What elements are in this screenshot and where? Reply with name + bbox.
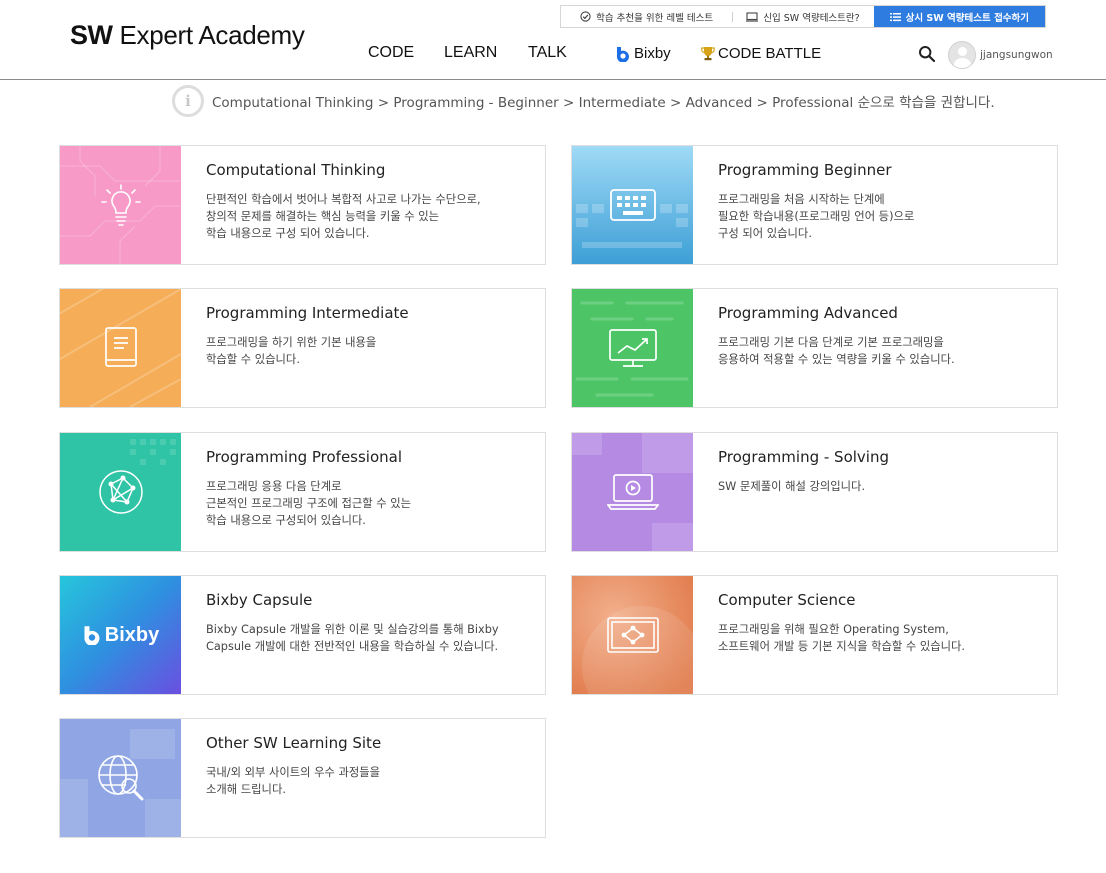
sw-test-apply-label: 상시 SW 역량테스트 접수하기 (905, 12, 1030, 24)
sw-test-apply-button[interactable]: 상시 SW 역량테스트 접수하기 (873, 6, 1045, 27)
bixby-icon (616, 46, 629, 62)
card-title: Bixby Capsule (206, 591, 313, 609)
monitor-icon (746, 11, 759, 22)
card-thumbnail (572, 576, 693, 694)
nav-talk[interactable]: TALK (528, 44, 567, 62)
card-description: 프로그래밍 응용 다음 단계로 근본적인 프로그래밍 구조에 접근할 수 있는 … (206, 480, 412, 527)
nav-learn[interactable]: LEARN (444, 44, 497, 62)
course-card-bixby-capsule[interactable]: Bixby Bixby Capsule Bixby Capsule 개발을 위한… (59, 575, 546, 695)
bixby-logo-text: Bixby (104, 623, 160, 646)
info-icon: i (172, 85, 204, 117)
lightbulb-icon (100, 184, 141, 226)
course-card-programming-solving[interactable]: Programming - Solving SW 문제풀이 해설 강의입니다. (571, 432, 1058, 552)
bixby-icon (84, 626, 100, 645)
header-divider (0, 79, 1106, 80)
nav-code-battle[interactable]: CODE BATTLE (701, 45, 821, 62)
diagram-board-icon (606, 617, 659, 653)
card-description: 프로그래밍 기본 다음 단계로 기본 프로그래밍을 응용하여 적용할 수 있는 … (718, 336, 955, 366)
card-title: Computer Science (718, 591, 856, 609)
card-title: Computational Thinking (206, 161, 386, 179)
trophy-icon (701, 47, 715, 61)
book-icon (104, 327, 137, 367)
card-thumbnail (60, 433, 181, 551)
level-test-link[interactable]: 학습 추천을 위한 레벨 테스트 (561, 6, 732, 27)
course-card-computer-science[interactable]: Computer Science 프로그래밍을 위해 필요한 Operating… (571, 575, 1058, 695)
course-card-programming-beginner[interactable]: Programming Beginner 프로그래밍을 처음 시작하는 단계에 … (571, 145, 1058, 265)
keyboard-icon (609, 189, 656, 221)
globe-search-icon (97, 755, 143, 801)
card-title: Programming Professional (206, 448, 403, 466)
card-thumbnail (60, 719, 181, 837)
card-title: Programming Beginner (718, 161, 892, 179)
sw-test-info-label: 신입 SW 역량테스트란? (763, 12, 860, 24)
bixby-logo: Bixby (82, 624, 159, 647)
username: jjangsungwon (980, 49, 1053, 61)
card-description: Bixby Capsule 개발을 위한 이론 및 실습강의를 통해 Bixby… (206, 623, 499, 653)
nav-code-battle-label: CODE BATTLE (718, 45, 822, 62)
top-utility-bar: 학습 추천을 위한 레벨 테스트 신입 SW 역량테스트란? 상시 SW 역량테… (560, 5, 1046, 28)
card-title: Other SW Learning Site (206, 734, 382, 752)
course-card-programming-professional[interactable]: Programming Professional 프로그래밍 응용 다음 단계로… (59, 432, 546, 552)
card-description: SW 문제풀이 해설 강의입니다. (718, 480, 866, 493)
course-card-programming-advanced[interactable]: Programming Advanced 프로그래밍 기본 다음 단계로 기본 … (571, 288, 1058, 408)
course-card-other-sw-learning-site[interactable]: Other SW Learning Site 국내/외 외부 사이트의 우수 과… (59, 718, 546, 838)
avatar (948, 41, 976, 69)
card-description: 단편적인 학습에서 벗어나 복합적 사고로 나가는 수단으로, 창의적 문제를 … (206, 193, 481, 240)
site-logo[interactable]: SW Expert Academy (70, 20, 305, 51)
nav-bixby[interactable]: Bixby (615, 45, 671, 62)
search-icon[interactable] (918, 45, 936, 63)
card-thumbnail (60, 289, 181, 407)
course-card-programming-intermediate[interactable]: Programming Intermediate 프로그래밍을 하기 위한 기본… (59, 288, 546, 408)
card-title: Programming - Solving (718, 448, 889, 466)
user-menu[interactable]: jjangsungwon (948, 41, 1053, 69)
level-test-label: 학습 추천을 위한 레벨 테스트 (596, 12, 714, 24)
sw-test-info-link[interactable]: 신입 SW 역량테스트란? (732, 6, 873, 27)
card-description: 프로그래밍을 위해 필요한 Operating System, 소프트웨어 개발… (718, 623, 965, 653)
card-description: 프로그래밍을 하기 위한 기본 내용을 학습할 수 있습니다. (206, 336, 377, 366)
course-card-computational-thinking[interactable]: Computational Thinking 단편적인 학습에서 벗어나 복합적… (59, 145, 546, 265)
video-laptop-icon (606, 474, 659, 510)
chart-monitor-icon (608, 329, 657, 367)
card-title: Programming Intermediate (206, 304, 409, 322)
card-thumbnail (572, 433, 693, 551)
card-description: 프로그래밍을 처음 시작하는 단계에 필요한 학습내용(프로그래밍 언어 등)으… (718, 193, 915, 240)
card-thumbnail (572, 146, 693, 264)
logo-text: Expert Academy (119, 20, 305, 50)
network-globe-icon (98, 470, 143, 514)
list-icon (889, 12, 901, 21)
card-description: 국내/외 외부 사이트의 우수 과정들을 소개해 드립니다. (206, 766, 381, 796)
card-title: Programming Advanced (718, 304, 898, 322)
card-thumbnail: Bixby (60, 576, 181, 694)
card-thumbnail (572, 289, 693, 407)
nav-code[interactable]: CODE (368, 44, 414, 62)
check-circle-icon (580, 11, 591, 22)
learning-path-text: Computational Thinking > Programming - B… (212, 95, 995, 111)
logo-bold-text: SW (70, 20, 113, 50)
nav-bixby-label: Bixby (634, 45, 671, 62)
card-thumbnail (60, 146, 181, 264)
learning-path-notice: i Computational Thinking > Programming -… (172, 85, 995, 117)
